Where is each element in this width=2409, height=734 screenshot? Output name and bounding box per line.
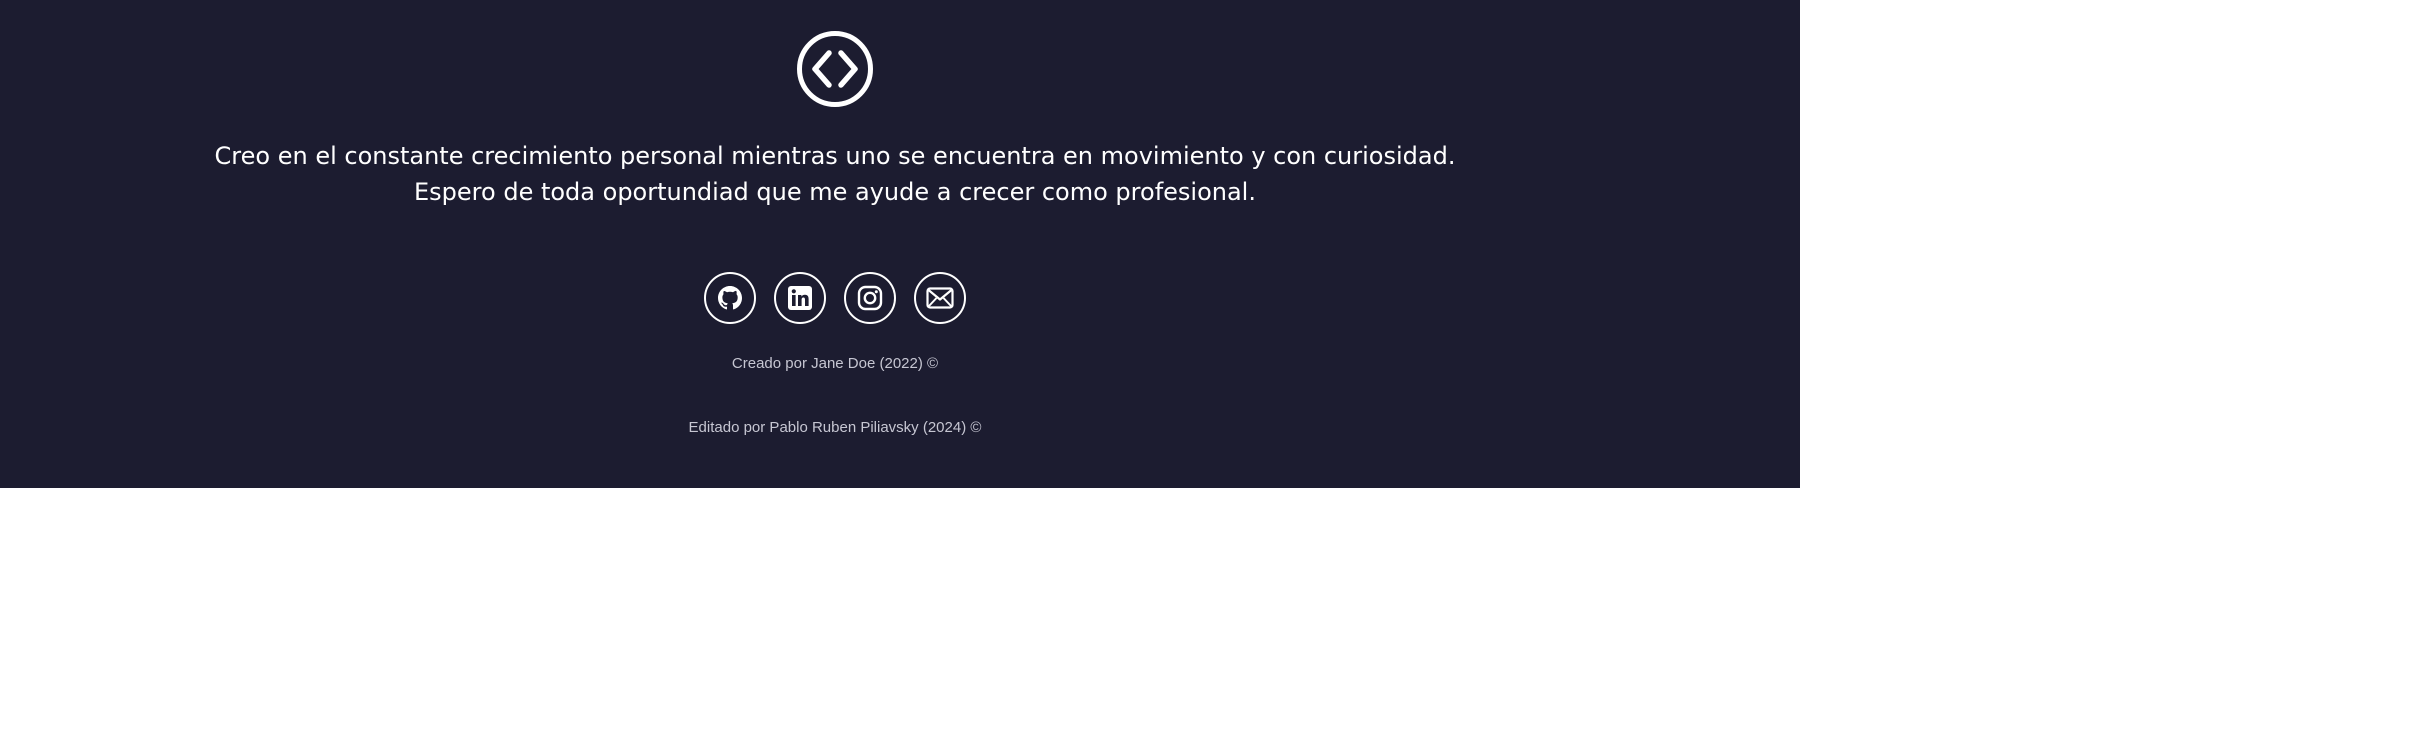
linkedin-link[interactable] [774, 272, 826, 324]
edited-by-credit: Editado por Pablo Ruben Piliavsky (2024)… [688, 419, 982, 436]
github-icon [718, 286, 742, 310]
mail-icon [926, 287, 954, 309]
code-brackets-icon [796, 30, 874, 108]
github-link[interactable] [704, 272, 756, 324]
site-footer: Creo en el constante crecimiento persona… [0, 0, 1800, 488]
social-links [704, 272, 966, 324]
tagline-line-1: Creo en el constante crecimiento persona… [214, 142, 1456, 170]
instagram-icon [857, 285, 883, 311]
instagram-link[interactable] [844, 272, 896, 324]
tagline: Creo en el constante crecimiento persona… [0, 138, 1670, 210]
linkedin-icon [787, 285, 813, 311]
email-link[interactable] [914, 272, 966, 324]
created-by-credit: Creado por Jane Doe (2022) © [731, 355, 939, 372]
tagline-line-2: Espero de toda oportundiad que me ayude … [414, 178, 1256, 206]
